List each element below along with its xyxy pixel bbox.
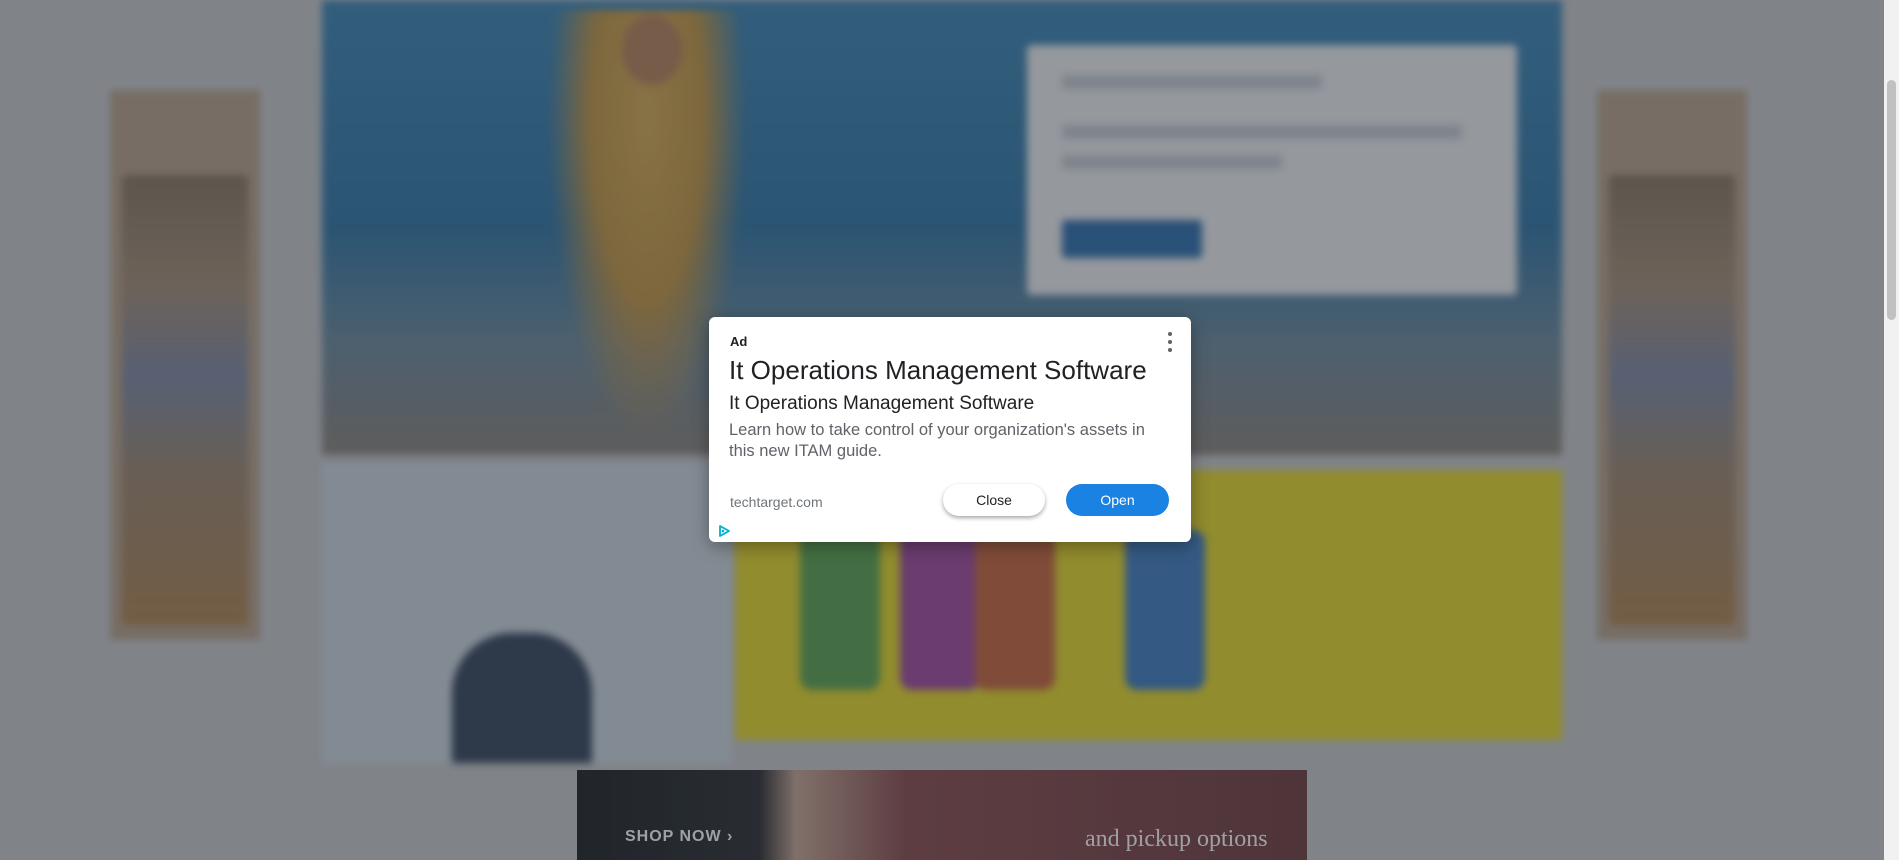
ad-description: Learn how to take control of your organi… [729, 421, 1145, 460]
more-vertical-icon[interactable] [1163, 332, 1177, 352]
page-scrollbar[interactable] [1884, 0, 1899, 860]
ad-headline[interactable]: It Operations Management Software [729, 355, 1147, 386]
ad-label: Ad [730, 334, 748, 349]
close-button[interactable]: Close [943, 484, 1045, 516]
ad-domain[interactable]: techtarget.com [730, 494, 823, 510]
adchoices-icon[interactable] [717, 524, 731, 538]
scrollbar-thumb[interactable] [1887, 80, 1896, 320]
ad-subheadline: It Operations Management Software [729, 393, 1035, 414]
interstitial-ad-dialog: Ad It Operations Management Software It … [709, 317, 1191, 542]
open-button[interactable]: Open [1066, 484, 1169, 516]
